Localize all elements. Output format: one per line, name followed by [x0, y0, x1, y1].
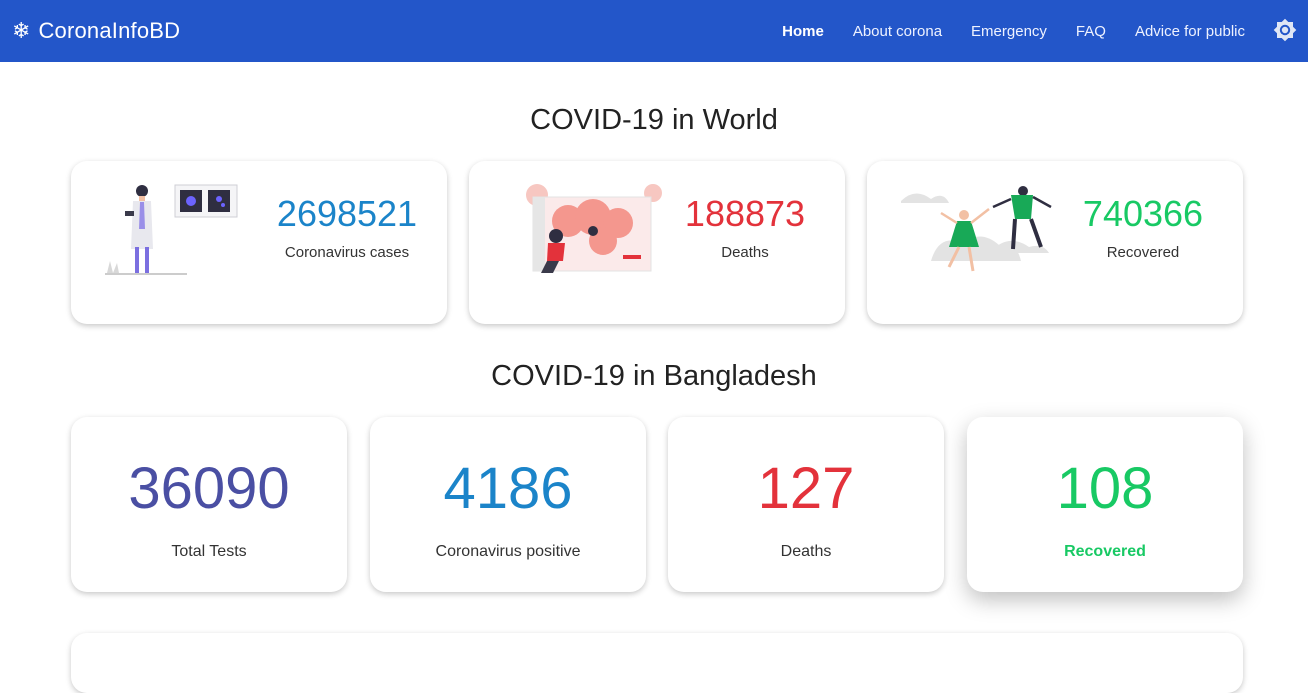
bd-deaths-value: 127 [757, 456, 855, 521]
bd-tests-card: 36090 Total Tests [71, 417, 347, 592]
brightness-icon[interactable] [1273, 18, 1297, 42]
bd-tests-label: Total Tests [171, 543, 247, 560]
doctor-illustration [105, 184, 238, 275]
bd-recovered-label: Recovered [1064, 543, 1146, 560]
world-cases-card: 2698521 Coronavirus cases [71, 161, 447, 324]
bd-positive-card: 4186 Coronavirus positive [370, 417, 646, 592]
snowflake-icon: ❄ [12, 18, 31, 43]
bd-positive-label: Coronavirus positive [435, 543, 581, 560]
top-navbar: ❄ CoronaInfoBD Home About corona Emergen… [0, 0, 1308, 62]
world-recovered-label: Recovered [1106, 244, 1180, 261]
world-cases-value: 2698521 [276, 193, 418, 234]
bd-tests-value: 36090 [128, 456, 290, 521]
brand-name: CoronaInfoBD [38, 18, 181, 43]
bd-deaths-card: 127 Deaths [668, 417, 944, 592]
nav-home[interactable]: Home [782, 23, 824, 40]
nav-advice[interactable]: Advice for public [1135, 23, 1245, 40]
sick-person-illustration [526, 184, 662, 273]
world-section-title: COVID-19 in World [530, 104, 778, 136]
nav-about-corona[interactable]: About corona [853, 23, 942, 40]
world-recovered-value: 740366 [1082, 193, 1204, 234]
nav-faq[interactable]: FAQ [1076, 23, 1106, 40]
bd-deaths-label: Deaths [780, 543, 832, 560]
nav-emergency[interactable]: Emergency [971, 23, 1047, 40]
world-recovered-card: 740366 Recovered [867, 161, 1243, 324]
bd-recovered-card: 108 Recovered [967, 417, 1243, 592]
world-deaths-value: 188873 [684, 193, 806, 234]
next-section-card [71, 633, 1243, 693]
bd-positive-value: 4186 [443, 456, 573, 521]
celebrating-people-illustration [901, 186, 1052, 272]
world-cases-label: Coronavirus cases [284, 244, 410, 261]
brand-link[interactable]: ❄ CoronaInfoBD [12, 0, 180, 62]
nav-menu: Home About corona Emergency FAQ Advice f… [782, 0, 1245, 62]
bangladesh-section-title: COVID-19 in Bangladesh [491, 360, 817, 392]
world-deaths-card: 188873 Deaths [469, 161, 845, 324]
world-deaths-label: Deaths [721, 244, 769, 261]
bd-recovered-value: 108 [1056, 456, 1154, 521]
